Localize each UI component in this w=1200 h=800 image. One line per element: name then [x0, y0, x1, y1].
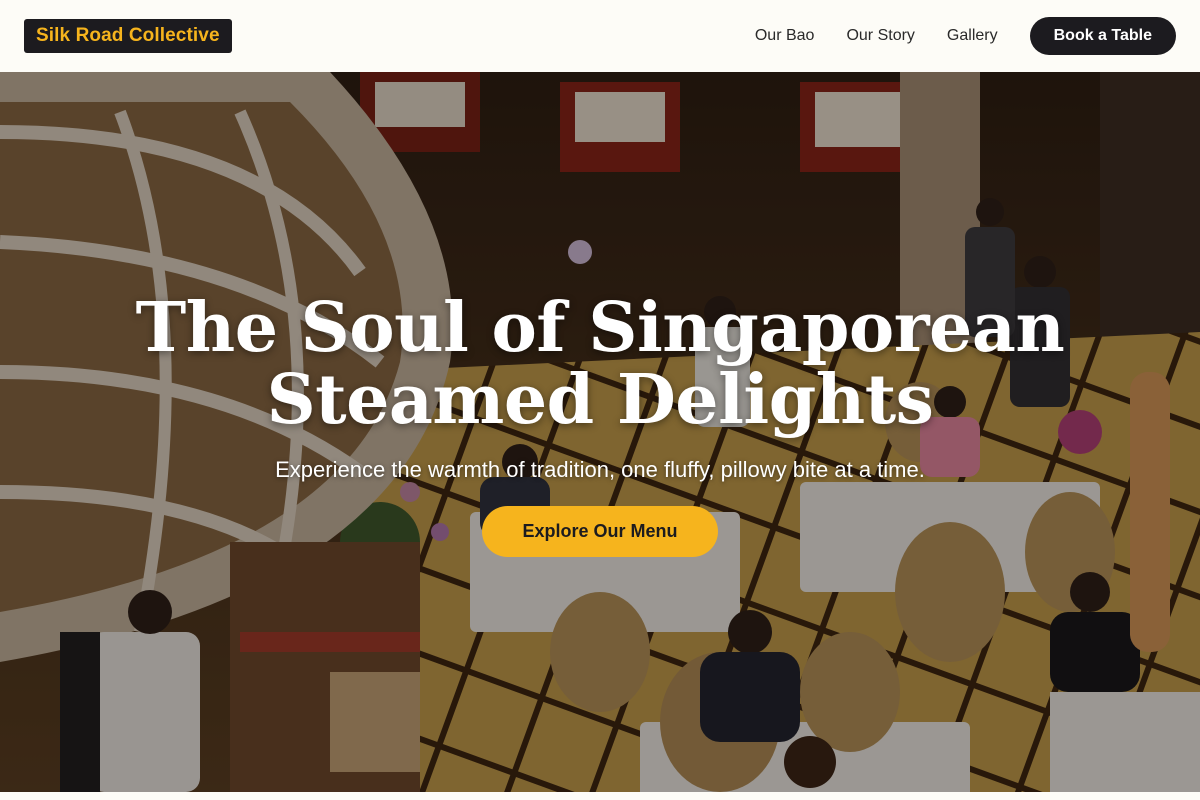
- site-header: Silk Road Collective Our Bao Our Story G…: [0, 0, 1200, 72]
- main-nav: Our Bao Our Story Gallery Book a Table: [755, 17, 1176, 55]
- hero-section: The Soul of Singaporean Steamed Delights…: [0, 72, 1200, 792]
- page-bottom-strip: [0, 792, 1200, 800]
- hero-subtitle: Experience the warmth of tradition, one …: [275, 457, 925, 482]
- brand-logo[interactable]: Silk Road Collective: [24, 19, 232, 53]
- nav-link-gallery[interactable]: Gallery: [947, 27, 998, 45]
- hero-content: The Soul of Singaporean Steamed Delights…: [0, 292, 1200, 557]
- hero-title: The Soul of Singaporean Steamed Delights: [135, 288, 1065, 440]
- nav-link-our-bao[interactable]: Our Bao: [755, 27, 815, 45]
- explore-menu-button[interactable]: Explore Our Menu: [482, 506, 718, 557]
- book-table-button[interactable]: Book a Table: [1029, 17, 1176, 55]
- nav-link-our-story[interactable]: Our Story: [846, 27, 914, 45]
